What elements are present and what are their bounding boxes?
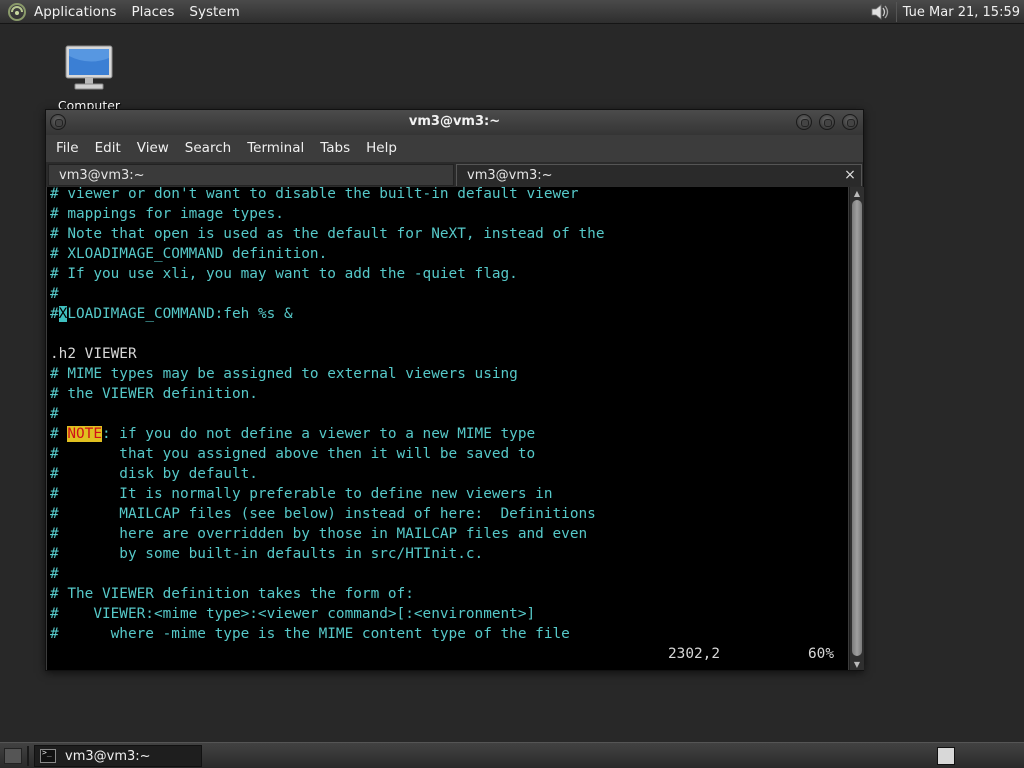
terminal-line: # mappings for image types. <box>50 206 284 222</box>
bottom-panel: vm3@vm3:~ <box>0 742 1024 768</box>
computer-icon <box>63 44 115 96</box>
menu-file[interactable]: File <box>56 140 79 156</box>
close-button[interactable] <box>842 114 858 130</box>
minimize-button[interactable] <box>796 114 812 130</box>
terminal-line: .h2 VIEWER <box>50 344 137 364</box>
terminal-text: # <box>50 306 59 322</box>
terminal-line: # <box>50 566 59 582</box>
vim-status-line: 2302,2 60% <box>47 644 848 664</box>
scrollbar[interactable]: ▲ ▼ <box>849 187 864 670</box>
terminal-line: # by some built-in defaults in src/HTIni… <box>50 546 484 562</box>
terminal-line: # MAILCAP files (see below) instead of h… <box>50 506 596 522</box>
clock[interactable]: Tue Mar 21, 15:59 <box>903 5 1020 20</box>
window-menubar: File Edit View Search Terminal Tabs Help <box>46 135 863 161</box>
terminal-icon <box>40 748 56 763</box>
taskbar-button-label: vm3@vm3:~ <box>65 748 151 764</box>
menu-edit[interactable]: Edit <box>95 140 121 156</box>
cursor-position: 2302,2 <box>668 646 720 662</box>
terminal-line: # where -mime type is the MIME content t… <box>50 626 570 642</box>
scroll-percent: 60% <box>808 646 834 662</box>
terminal-line: # viewer or don't want to disable the bu… <box>50 187 579 202</box>
menu-terminal[interactable]: Terminal <box>247 140 304 156</box>
terminal-line: # disk by default. <box>50 466 258 482</box>
terminal-line: # the VIEWER definition. <box>50 386 258 402</box>
close-icon[interactable]: × <box>843 168 857 182</box>
maximize-button[interactable] <box>819 114 835 130</box>
taskbar-button-terminal[interactable]: vm3@vm3:~ <box>34 745 202 767</box>
window-titlebar[interactable]: vm3@vm3:~ <box>46 110 863 135</box>
tab-2[interactable]: vm3@vm3:~ × <box>456 164 862 186</box>
tab-1[interactable]: vm3@vm3:~ <box>48 164 454 186</box>
menu-search[interactable]: Search <box>185 140 231 156</box>
terminal-text: : if you do not define a viewer to a new… <box>101 426 536 442</box>
menu-system[interactable]: System <box>189 4 239 20</box>
menu-view[interactable]: View <box>137 140 169 156</box>
terminal-line: # XLOADIMAGE_COMMAND definition. <box>50 246 328 262</box>
terminal-window: vm3@vm3:~ File Edit View Search Terminal… <box>45 109 864 671</box>
scrollbar-thumb[interactable] <box>852 200 862 656</box>
terminal-line: #XLOADIMAGE_COMMAND:feh %s & <box>50 304 293 324</box>
terminal-line: # Note that open is used as the default … <box>50 226 605 242</box>
terminal-line: # If you use xli, you may want to add th… <box>50 266 518 282</box>
terminal-line: # here are overridden by those in MAILCA… <box>50 526 588 542</box>
terminal-line: # <box>50 286 59 302</box>
distro-logo-icon[interactable] <box>6 1 28 23</box>
top-panel: Applications Places System Tue Mar 21, 1… <box>0 0 1024 24</box>
search-highlight: NOTE <box>67 426 102 442</box>
panel-separator <box>895 2 897 22</box>
volume-icon[interactable] <box>868 0 892 24</box>
menu-tabs[interactable]: Tabs <box>320 140 350 156</box>
workspace-switcher[interactable] <box>937 747 955 765</box>
terminal-text: LOADIMAGE_COMMAND:feh %s & <box>67 306 293 322</box>
scroll-up-icon[interactable]: ▲ <box>850 187 864 199</box>
terminal-line: # VIEWER:<mime type>:<viewer command>[:<… <box>50 606 536 622</box>
scroll-down-icon[interactable]: ▼ <box>850 658 864 670</box>
window-title: vm3@vm3:~ <box>408 114 501 129</box>
terminal-content[interactable]: # viewer or don't want to disable the bu… <box>47 187 848 670</box>
tab-bar: vm3@vm3:~ vm3@vm3:~ × <box>46 162 863 187</box>
terminal-line: # The VIEWER definition takes the form o… <box>50 586 414 602</box>
show-desktop-icon[interactable] <box>4 748 22 764</box>
panel-separator <box>27 746 29 766</box>
desktop-icon-computer[interactable]: Computer <box>52 44 126 113</box>
panel-tray: Tue Mar 21, 15:59 <box>868 0 1024 24</box>
terminal-line: # <box>50 406 59 422</box>
tab-label: vm3@vm3:~ <box>467 168 553 183</box>
terminal-text: .h2 VIEWER <box>50 346 137 362</box>
tab-label: vm3@vm3:~ <box>59 167 145 183</box>
terminal-line: # MIME types may be assigned to external… <box>50 366 518 382</box>
menu-help[interactable]: Help <box>366 140 397 156</box>
terminal-text: # <box>50 426 68 442</box>
terminal-line: # that you assigned above then it will b… <box>50 446 536 462</box>
terminal-line: # It is normally preferable to define ne… <box>50 486 553 502</box>
menu-places[interactable]: Places <box>131 4 174 20</box>
menu-applications[interactable]: Applications <box>34 4 116 20</box>
terminal-line: # NOTE: if you do not define a viewer to… <box>50 424 535 444</box>
